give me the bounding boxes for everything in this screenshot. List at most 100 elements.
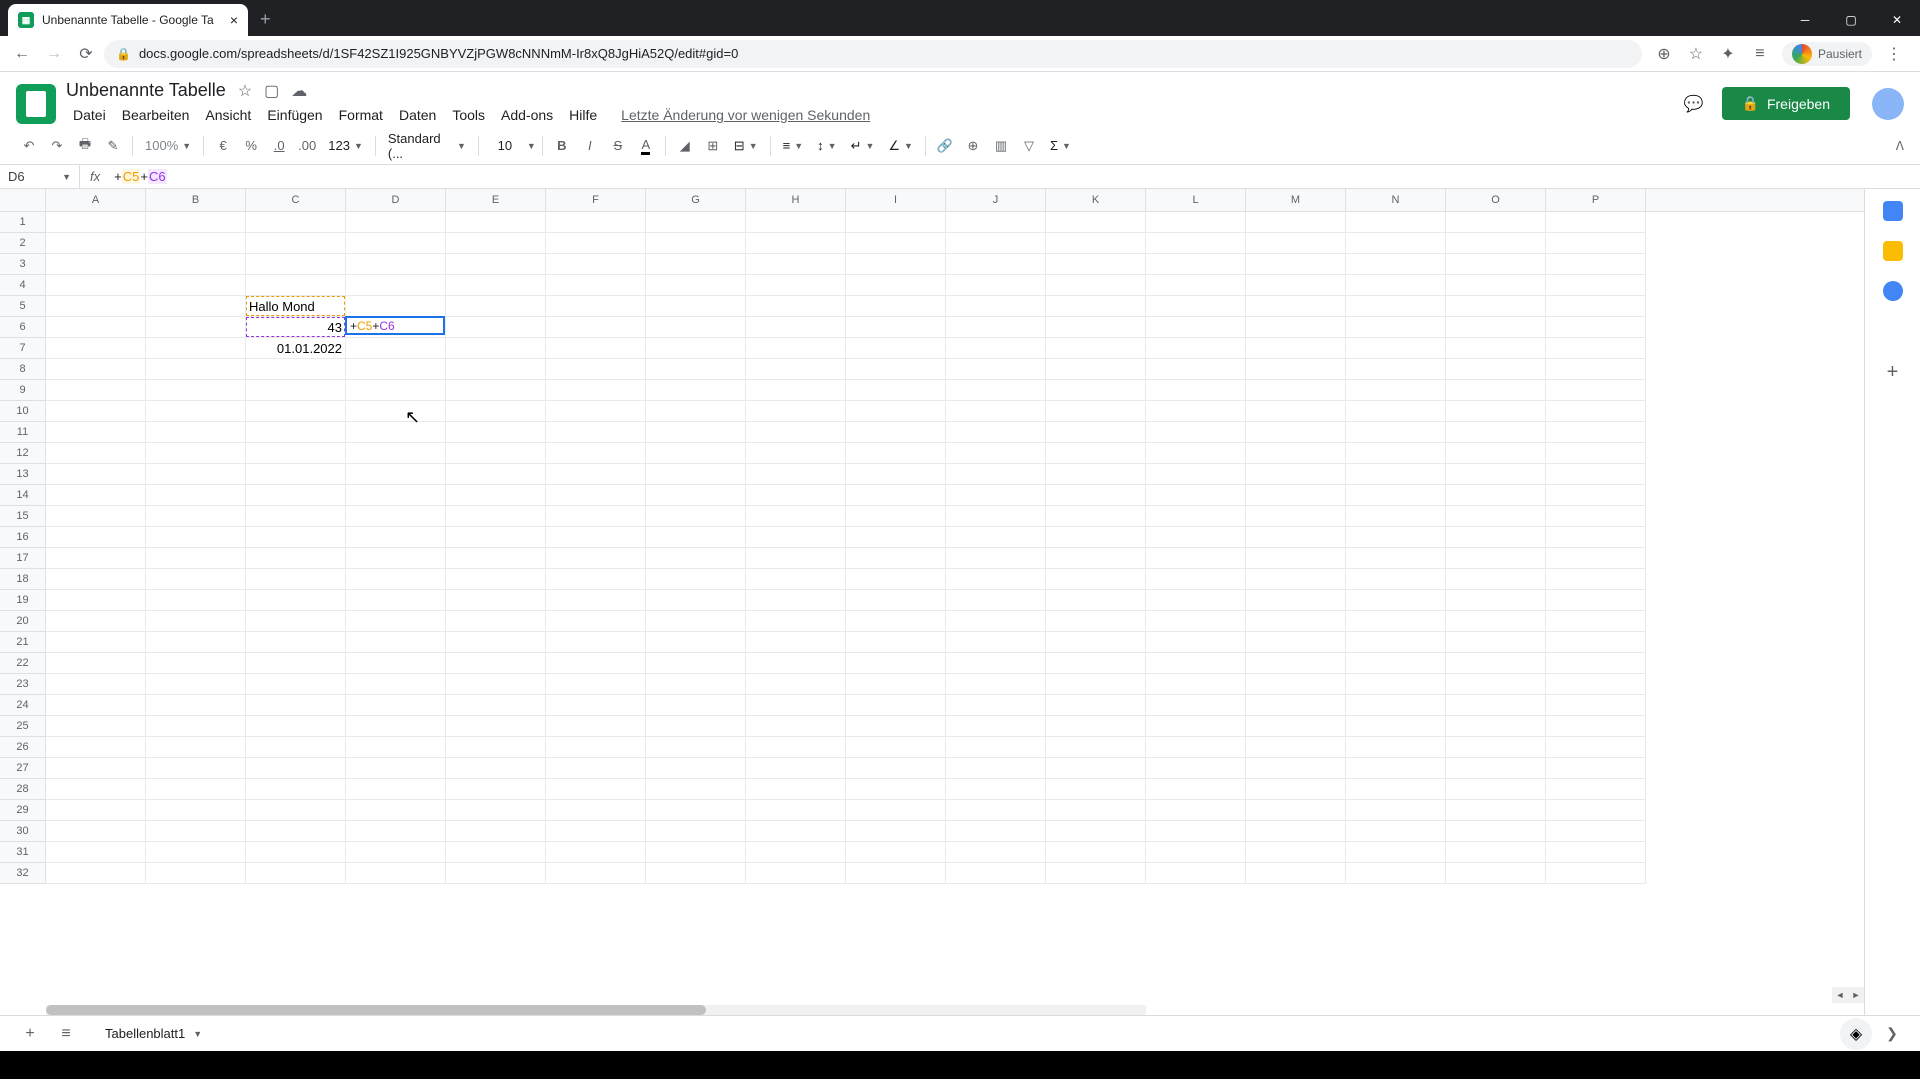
cell-O16[interactable] (1446, 527, 1546, 548)
cell-I30[interactable] (846, 821, 946, 842)
cell-P11[interactable] (1546, 422, 1646, 443)
all-sheets-button[interactable]: ≡ (52, 1020, 80, 1048)
cell-N14[interactable] (1346, 485, 1446, 506)
cell-B28[interactable] (146, 779, 246, 800)
cell-B1[interactable] (146, 212, 246, 233)
cell-H4[interactable] (746, 275, 846, 296)
cell-G4[interactable] (646, 275, 746, 296)
cell-H10[interactable] (746, 401, 846, 422)
cell-G23[interactable] (646, 674, 746, 695)
cell-D27[interactable] (346, 758, 446, 779)
cell-H22[interactable] (746, 653, 846, 674)
doc-title[interactable]: Unbenannte Tabelle (66, 80, 226, 101)
cell-B14[interactable] (146, 485, 246, 506)
cell-B21[interactable] (146, 632, 246, 653)
cell-N26[interactable] (1346, 737, 1446, 758)
cell-M21[interactable] (1246, 632, 1346, 653)
cell-F27[interactable] (546, 758, 646, 779)
cell-M4[interactable] (1246, 275, 1346, 296)
cell-K9[interactable] (1046, 380, 1146, 401)
cell-F25[interactable] (546, 716, 646, 737)
cell-F9[interactable] (546, 380, 646, 401)
cell-G26[interactable] (646, 737, 746, 758)
cell-D17[interactable] (346, 548, 446, 569)
cell-G5[interactable] (646, 296, 746, 317)
cell-M8[interactable] (1246, 359, 1346, 380)
zoom-select[interactable]: 100%▼ (139, 138, 197, 153)
cell-H15[interactable] (746, 506, 846, 527)
row-header-2[interactable]: 2 (0, 233, 46, 254)
cell-G27[interactable] (646, 758, 746, 779)
cell-B5[interactable] (146, 296, 246, 317)
cell-K7[interactable] (1046, 338, 1146, 359)
cell-B6[interactable] (146, 317, 246, 338)
cell-G17[interactable] (646, 548, 746, 569)
cell-O20[interactable] (1446, 611, 1546, 632)
cell-G25[interactable] (646, 716, 746, 737)
cell-N10[interactable] (1346, 401, 1446, 422)
cell-E27[interactable] (446, 758, 546, 779)
cell-I22[interactable] (846, 653, 946, 674)
cell-J1[interactable] (946, 212, 1046, 233)
currency-button[interactable]: € (210, 133, 236, 159)
cell-K2[interactable] (1046, 233, 1146, 254)
cell-O17[interactable] (1446, 548, 1546, 569)
cell-B32[interactable] (146, 863, 246, 884)
col-header-O[interactable]: O (1446, 189, 1546, 211)
col-header-E[interactable]: E (446, 189, 546, 211)
add-sheet-button[interactable]: + (16, 1020, 44, 1048)
cell-N16[interactable] (1346, 527, 1446, 548)
row-header-22[interactable]: 22 (0, 653, 46, 674)
horizontal-align-button[interactable]: ≡▼ (777, 138, 810, 153)
cell-J9[interactable] (946, 380, 1046, 401)
cell-O2[interactable] (1446, 233, 1546, 254)
cell-F14[interactable] (546, 485, 646, 506)
cell-D1[interactable] (346, 212, 446, 233)
cell-C11[interactable] (246, 422, 346, 443)
cell-I14[interactable] (846, 485, 946, 506)
col-header-B[interactable]: B (146, 189, 246, 211)
cell-A13[interactable] (46, 464, 146, 485)
cell-N27[interactable] (1346, 758, 1446, 779)
spreadsheet-grid[interactable]: ABCDEFGHIJKLMNOP 12345678910111213141516… (0, 189, 1864, 1015)
cell-G10[interactable] (646, 401, 746, 422)
cell-M28[interactable] (1246, 779, 1346, 800)
cell-B19[interactable] (146, 590, 246, 611)
cell-P24[interactable] (1546, 695, 1646, 716)
cell-I21[interactable] (846, 632, 946, 653)
cell-C18[interactable] (246, 569, 346, 590)
cell-K19[interactable] (1046, 590, 1146, 611)
row-header-13[interactable]: 13 (0, 464, 46, 485)
formula-input[interactable]: +C5+C6 (110, 169, 1920, 184)
cell-A15[interactable] (46, 506, 146, 527)
row-header-28[interactable]: 28 (0, 779, 46, 800)
row-header-25[interactable]: 25 (0, 716, 46, 737)
cell-D15[interactable] (346, 506, 446, 527)
cell-F29[interactable] (546, 800, 646, 821)
cell-O6[interactable] (1446, 317, 1546, 338)
row-header-1[interactable]: 1 (0, 212, 46, 233)
cell-D9[interactable] (346, 380, 446, 401)
cell-K18[interactable] (1046, 569, 1146, 590)
cell-K17[interactable] (1046, 548, 1146, 569)
insert-comment-button[interactable]: ⊕ (960, 133, 986, 159)
cell-I1[interactable] (846, 212, 946, 233)
cell-B24[interactable] (146, 695, 246, 716)
cell-J28[interactable] (946, 779, 1046, 800)
cell-F11[interactable] (546, 422, 646, 443)
cell-I6[interactable] (846, 317, 946, 338)
row-header-3[interactable]: 3 (0, 254, 46, 275)
cell-H8[interactable] (746, 359, 846, 380)
cell-I5[interactable] (846, 296, 946, 317)
cell-A16[interactable] (46, 527, 146, 548)
cell-P9[interactable] (1546, 380, 1646, 401)
cell-P5[interactable] (1546, 296, 1646, 317)
cell-J13[interactable] (946, 464, 1046, 485)
cell-E2[interactable] (446, 233, 546, 254)
cell-G24[interactable] (646, 695, 746, 716)
cell-C21[interactable] (246, 632, 346, 653)
cell-F4[interactable] (546, 275, 646, 296)
cell-I32[interactable] (846, 863, 946, 884)
col-header-L[interactable]: L (1146, 189, 1246, 211)
collapse-toolbar-icon[interactable]: ᐱ (1896, 139, 1904, 153)
